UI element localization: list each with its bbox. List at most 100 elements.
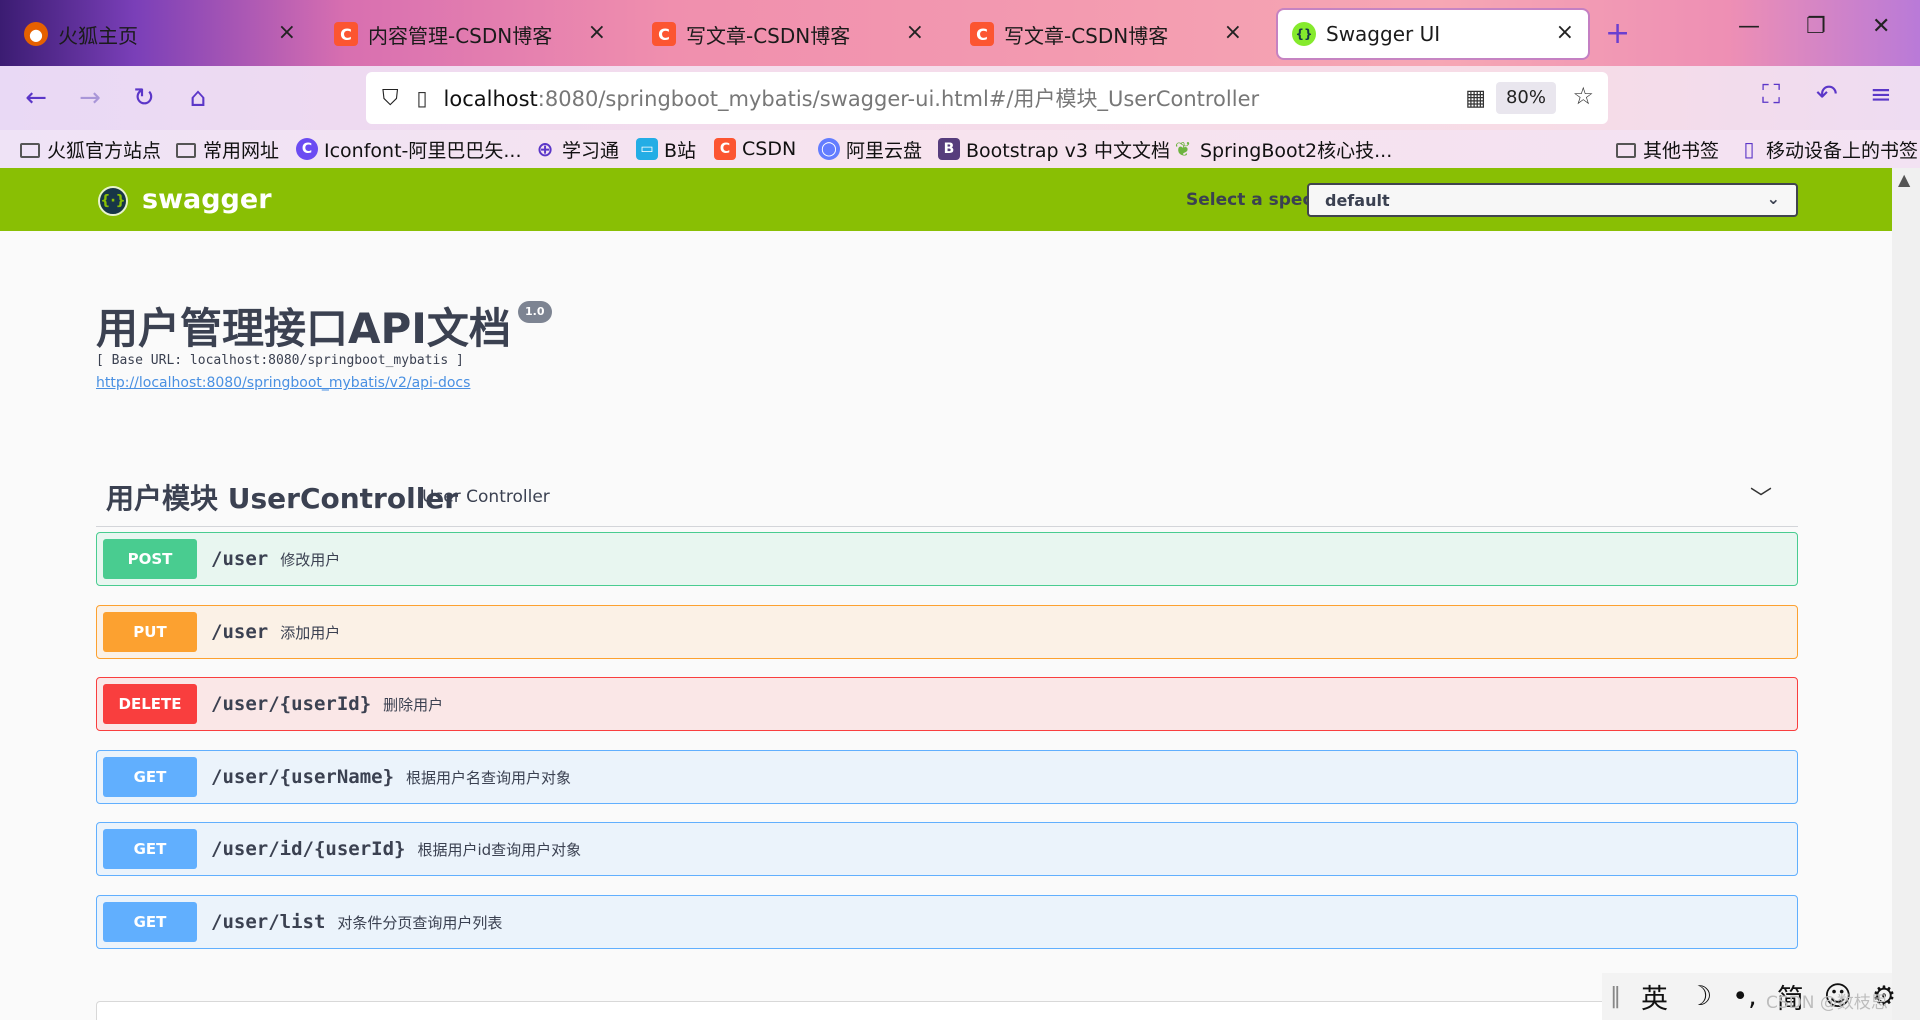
bookmark-common-sites[interactable]: 常用网址 bbox=[176, 134, 279, 164]
screenshot-crop-icon[interactable]: ⛶ bbox=[1762, 80, 1780, 111]
iconfont-icon: C bbox=[296, 138, 318, 160]
method-badge: GET bbox=[103, 757, 197, 797]
bookmark-label: SpringBoot2核心技... bbox=[1200, 139, 1393, 162]
models-section[interactable] bbox=[96, 1001, 1798, 1020]
restore-icon[interactable]: ❐ bbox=[1806, 14, 1826, 39]
bilibili-icon: ▭ bbox=[636, 138, 658, 160]
method-badge: GET bbox=[103, 829, 197, 869]
operation-get-user-by-id[interactable]: GET /user/id/{userId} 根据用户id查询用户对象 bbox=[96, 822, 1798, 876]
folder-icon bbox=[1616, 142, 1636, 158]
bookmark-iconfont[interactable]: C Iconfont-阿里巴巴矢... bbox=[296, 134, 522, 164]
browser-tab-strip: ● 火狐主页 × C 内容管理-CSDN博客 × C 写文章-CSDN博客 × … bbox=[0, 0, 1920, 66]
mobile-icon: ▯ bbox=[1743, 137, 1755, 161]
tag-description: User Controller bbox=[422, 487, 550, 507]
bookmark-star-icon[interactable]: ☆ bbox=[1572, 82, 1594, 110]
bookmark-label: 阿里云盘 bbox=[846, 139, 923, 162]
spec-select[interactable]: default ⌄ bbox=[1307, 183, 1798, 217]
bookmark-other[interactable]: 其他书签 bbox=[1616, 134, 1719, 164]
zoom-level-button[interactable]: 80% bbox=[1495, 82, 1556, 114]
ime-language-toggle[interactable]: 英 bbox=[1641, 977, 1668, 1016]
method-badge: DELETE bbox=[103, 684, 197, 724]
bookmark-label: 常用网址 bbox=[203, 139, 280, 162]
watermark: CSDN @数枝思 bbox=[1766, 993, 1888, 1013]
operation-get-user-by-name[interactable]: GET /user/{userName} 根据用户名查询用户对象 bbox=[96, 750, 1798, 804]
url-host: localhost bbox=[443, 87, 538, 111]
shield-icon[interactable]: ⛉ bbox=[382, 86, 399, 111]
close-icon[interactable]: × bbox=[1224, 20, 1242, 45]
bookmark-xuexitong[interactable]: ⊕ 学习通 bbox=[534, 134, 619, 164]
folder-icon bbox=[176, 142, 196, 158]
bookmark-label: 其他书签 bbox=[1643, 139, 1720, 162]
method-badge: PUT bbox=[103, 612, 197, 652]
page-info-icon[interactable]: ▯ bbox=[417, 86, 428, 110]
address-bar[interactable]: ⛉ ▯ localhost:8080/springboot_mybatis/sw… bbox=[366, 72, 1608, 124]
operation-path: /user bbox=[211, 621, 269, 643]
bootstrap-icon: B bbox=[938, 138, 960, 160]
csdn-icon: C bbox=[970, 22, 994, 46]
operation-put-user[interactable]: PUT /user 添加用户 bbox=[96, 605, 1798, 659]
bookmark-aliyun-drive[interactable]: ◯ 阿里云盘 bbox=[818, 134, 922, 164]
operation-path: /user bbox=[211, 548, 269, 570]
tab-label: 火狐主页 bbox=[58, 23, 138, 48]
window-close-icon[interactable]: ✕ bbox=[1872, 14, 1890, 39]
tab-write-article-2[interactable]: C 写文章-CSDN博客 × bbox=[956, 10, 1256, 58]
globe-icon: ⊕ bbox=[536, 137, 554, 161]
csdn-icon: C bbox=[714, 138, 736, 160]
minimize-icon[interactable]: — bbox=[1738, 14, 1760, 39]
swagger-icon: {} bbox=[1292, 22, 1316, 46]
method-badge: POST bbox=[103, 539, 197, 579]
tag-section-header[interactable]: 用户模块 UserController User Controller ﹀ bbox=[96, 463, 1798, 527]
version-badge: 1.0 bbox=[518, 301, 552, 323]
undo-arrow-icon[interactable]: ↶ bbox=[1816, 80, 1838, 110]
operation-path: /user/id/{userId} bbox=[211, 838, 406, 860]
bookmark-bootstrap[interactable]: B Bootstrap v3 中文文档 bbox=[938, 134, 1170, 164]
tab-firefox-home[interactable]: ● 火狐主页 × bbox=[10, 10, 310, 58]
forward-arrow-icon[interactable]: → bbox=[72, 80, 108, 116]
scroll-up-icon[interactable]: ▲ bbox=[1898, 170, 1910, 189]
swagger-topbar: {·} swagger Select a spec default ⌄ bbox=[0, 168, 1892, 231]
swagger-brand[interactable]: swagger bbox=[142, 184, 272, 215]
operation-summary: 根据用户名查询用户对象 bbox=[406, 768, 572, 787]
page-scrollbar[interactable]: ▲ bbox=[1892, 168, 1920, 1020]
home-icon[interactable]: ⌂ bbox=[180, 80, 216, 116]
operation-delete-user[interactable]: DELETE /user/{userId} 删除用户 bbox=[96, 677, 1798, 731]
spec-label: Select a spec bbox=[1186, 190, 1313, 210]
menu-icon[interactable]: ≡ bbox=[1870, 80, 1892, 110]
tag-name: 用户模块 UserController bbox=[106, 482, 459, 515]
bookmark-csdn[interactable]: C CSDN bbox=[714, 134, 796, 164]
operation-post-user[interactable]: POST /user 修改用户 bbox=[96, 532, 1798, 586]
tab-swagger-ui[interactable]: {} Swagger UI × bbox=[1278, 10, 1588, 58]
moon-icon[interactable]: ☽ bbox=[1688, 981, 1712, 1012]
swagger-main: 用户管理接口API文档 1.0 [ Base URL: localhost:80… bbox=[0, 231, 1892, 1020]
new-tab-button[interactable]: + bbox=[1605, 16, 1630, 51]
method-badge: GET bbox=[103, 902, 197, 942]
close-icon[interactable]: × bbox=[588, 20, 606, 45]
api-docs-link[interactable]: http://localhost:8080/springboot_mybatis… bbox=[96, 375, 470, 391]
tab-content-management[interactable]: C 内容管理-CSDN博客 × bbox=[320, 10, 620, 58]
tab-label: 内容管理-CSDN博客 bbox=[368, 23, 553, 48]
close-icon[interactable]: × bbox=[278, 20, 296, 45]
qr-code-icon[interactable]: ▦ bbox=[1465, 86, 1486, 111]
swagger-logo-icon[interactable]: {·} bbox=[98, 186, 128, 216]
chevron-down-icon[interactable]: ﹀ bbox=[1750, 481, 1772, 513]
bookmark-mobile[interactable]: ▯ 移动设备上的书签 bbox=[1738, 134, 1918, 164]
url-text[interactable]: localhost:8080/springboot_mybatis/swagge… bbox=[444, 83, 1260, 113]
operation-get-user-list[interactable]: GET /user/list 对条件分页查询用户列表 bbox=[96, 895, 1798, 949]
base-url: [ Base URL: localhost:8080/springboot_my… bbox=[96, 353, 464, 368]
spring-icon: ❦ bbox=[1174, 137, 1192, 161]
operation-summary: 删除用户 bbox=[383, 695, 444, 714]
reload-icon[interactable]: ↻ bbox=[126, 80, 162, 116]
bookmark-label: Bootstrap v3 中文文档 bbox=[966, 139, 1171, 162]
punctuation-toggle[interactable]: •, bbox=[1732, 981, 1757, 1012]
close-icon[interactable]: × bbox=[906, 20, 924, 45]
tab-write-article-1[interactable]: C 写文章-CSDN博客 × bbox=[638, 10, 938, 58]
bookmark-bilibili[interactable]: ▭ B站 bbox=[636, 134, 696, 164]
bookmark-springboot[interactable]: ❦ SpringBoot2核心技... bbox=[1172, 134, 1393, 164]
bookmark-label: CSDN bbox=[742, 138, 797, 160]
ime-grip-icon[interactable]: ‖ bbox=[1610, 984, 1621, 1009]
close-icon[interactable]: × bbox=[1556, 20, 1574, 45]
back-arrow-icon[interactable]: ← bbox=[18, 80, 54, 116]
spec-select-value: default bbox=[1325, 191, 1390, 210]
bookmark-firefox-sites[interactable]: 火狐官方站点 bbox=[20, 134, 161, 164]
firefox-icon: ● bbox=[24, 22, 48, 46]
